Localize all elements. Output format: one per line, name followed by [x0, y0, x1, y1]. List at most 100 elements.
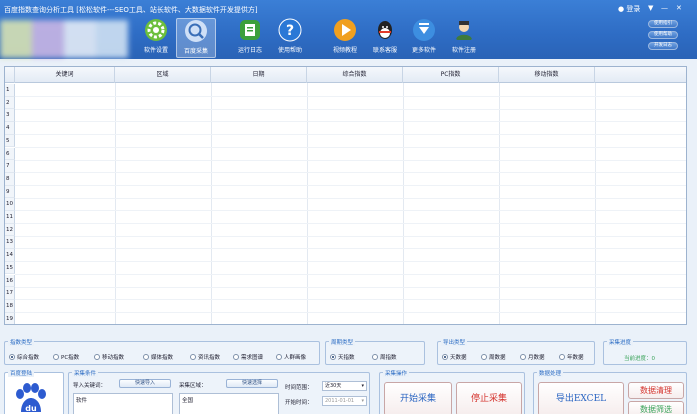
table-row [15, 134, 686, 136]
dev-log-button[interactable]: 开发日志 [648, 42, 678, 50]
col-date[interactable]: 日期 [211, 67, 307, 83]
export-type-option[interactable]: 天数据 [442, 353, 467, 361]
close-button[interactable]: ✕ [676, 4, 682, 12]
baidu-paw-icon[interactable]: du [13, 382, 49, 414]
period-type-option[interactable]: 天指数 [330, 353, 355, 361]
col-pc-index[interactable]: PC指数 [403, 67, 499, 83]
index-type-option[interactable]: 人群画像 [276, 353, 306, 361]
index-type-option[interactable]: 移动指数 [94, 353, 124, 361]
radio-icon [94, 354, 100, 360]
row-number[interactable]: 3 [5, 109, 15, 123]
row-number[interactable]: 14 [5, 249, 15, 262]
download-icon [413, 19, 435, 41]
table-row [15, 121, 686, 123]
usage-help-button[interactable]: 使用帮助 [648, 31, 678, 39]
results-grid[interactable]: 关键词 区域 日期 综合指数 PC指数 移动指数 1 2 3 4 5 6 7 8 9 10 11 12… [4, 66, 687, 325]
export-type-option[interactable]: 月数据 [520, 353, 545, 361]
row-number[interactable]: 9 [5, 185, 15, 199]
minimize-button[interactable]: — [661, 4, 668, 12]
data-processing-group: 数据处理 导出EXCEL 数据清理 数据筛选 [533, 369, 687, 414]
row-number[interactable]: 19 [5, 312, 15, 324]
group-title: 指数类型 [8, 338, 35, 346]
log-icon [240, 20, 260, 40]
table-row [15, 210, 686, 212]
table-row [15, 311, 686, 313]
index-type-option[interactable]: 需求图谱 [233, 353, 263, 361]
index-type-option[interactable]: PC指数 [53, 353, 79, 361]
radio-label: PC指数 [61, 355, 80, 361]
radio-label: 资讯指数 [198, 355, 221, 361]
toolbar-video-button[interactable]: 视频教程 [325, 18, 365, 58]
table-row [15, 273, 686, 275]
row-number[interactable]: 4 [5, 122, 15, 135]
radio-label: 周数据 [489, 355, 506, 361]
toolbar-label: 运行日志 [237, 47, 262, 54]
quick-import-button[interactable]: 快速导入 [119, 379, 171, 388]
row-number[interactable]: 16 [5, 274, 15, 288]
index-type-option[interactable]: 综合指数 [9, 353, 39, 361]
row-number[interactable]: 15 [5, 261, 15, 275]
toolbar-log-button[interactable]: 运行日志 [230, 18, 270, 58]
toolbar-label: 视频教程 [332, 47, 357, 54]
index-type-option[interactable]: 资讯指数 [190, 353, 220, 361]
row-number[interactable]: 6 [5, 147, 15, 161]
stop-collect-button[interactable]: 停止采集 [456, 382, 522, 414]
row-number[interactable]: 2 [5, 96, 15, 110]
radio-label: 天指数 [338, 355, 355, 361]
user-icon [456, 21, 472, 40]
toolbar-settings-button[interactable]: 软件设置 [136, 18, 176, 58]
start-time-input[interactable]: 2011-01-01 ▾ [322, 396, 367, 406]
row-number[interactable]: 5 [5, 134, 15, 148]
row-number[interactable]: 8 [5, 172, 15, 186]
region-textarea[interactable]: 全国 [179, 393, 279, 414]
title-toolbar-area: 百度指数查询分析工具 [松松软件---SEO工具、站长软件、大数据软件开发提供方… [0, 0, 697, 59]
toolbar-label: 百度采集 [183, 48, 208, 55]
radio-label: 移动指数 [102, 355, 125, 361]
time-range-select[interactable]: 近30天 ▾ [322, 381, 367, 391]
radio-icon [53, 354, 59, 360]
time-range-label: 时间范围： [285, 385, 313, 391]
row-number[interactable]: 13 [5, 236, 15, 250]
index-type-group: 指数类型 综合指数 PC指数 移动指数 媒体指数 资讯指数 需求图谱 人群画像 [4, 338, 320, 365]
toolbar-help-button[interactable]: ? 使用帮助 [270, 18, 310, 58]
col-keyword[interactable]: 关键词 [15, 67, 115, 83]
toolbar-contact-button[interactable]: 联系客服 [365, 18, 405, 58]
row-number[interactable]: 18 [5, 299, 15, 313]
toolbar-baidu-collect-button[interactable]: 百度采集 [176, 18, 216, 58]
export-type-option[interactable]: 年数据 [559, 353, 584, 361]
export-type-option[interactable]: 周数据 [481, 353, 506, 361]
toolbar-register-button[interactable]: 软件注册 [444, 18, 484, 58]
row-number[interactable]: 17 [5, 287, 15, 300]
row-number[interactable]: 12 [5, 223, 15, 237]
data-filter-button[interactable]: 数据筛选 [628, 401, 684, 414]
row-number[interactable]: 7 [5, 160, 15, 173]
grid-header: 关键词 区域 日期 综合指数 PC指数 移动指数 [5, 67, 686, 83]
toolbar-more-software-button[interactable]: 更多软件 [404, 18, 444, 58]
index-type-option[interactable]: 媒体指数 [143, 353, 173, 361]
col-region[interactable]: 区域 [115, 67, 211, 83]
start-collect-button[interactable]: 开始采集 [384, 382, 452, 414]
row-number[interactable]: 1 [5, 84, 15, 97]
radio-label: 年数据 [567, 355, 584, 361]
radio-icon [559, 354, 565, 360]
keywords-textarea[interactable]: 软件 [73, 393, 173, 414]
col-combined-index[interactable]: 综合指数 [307, 67, 403, 83]
col-mobile-index[interactable]: 移动指数 [499, 67, 595, 83]
quick-select-button[interactable]: 快速选择 [226, 379, 278, 388]
export-excel-button[interactable]: 导出EXCEL [538, 382, 624, 414]
login-link[interactable]: ● 登录 [618, 4, 640, 14]
radio-icon [442, 354, 448, 360]
chevron-down-icon: ▾ [361, 383, 364, 389]
row-number[interactable]: 10 [5, 198, 15, 211]
data-clean-button[interactable]: 数据清理 [628, 382, 684, 399]
row-number[interactable]: 11 [5, 211, 15, 224]
window-title: 百度指数查询分析工具 [松松软件---SEO工具、站长软件、大数据软件开发提供方… [4, 6, 258, 14]
table-row [15, 223, 686, 224]
period-type-option[interactable]: 周指数 [372, 353, 397, 361]
menu-dropdown-button[interactable]: ▼ [648, 4, 653, 12]
svg-text:?: ? [286, 23, 294, 39]
table-row [15, 261, 686, 263]
usage-guide-button[interactable]: 使用指引 [648, 20, 678, 28]
svg-text:du: du [25, 404, 37, 413]
help-icon: ? [278, 18, 302, 42]
